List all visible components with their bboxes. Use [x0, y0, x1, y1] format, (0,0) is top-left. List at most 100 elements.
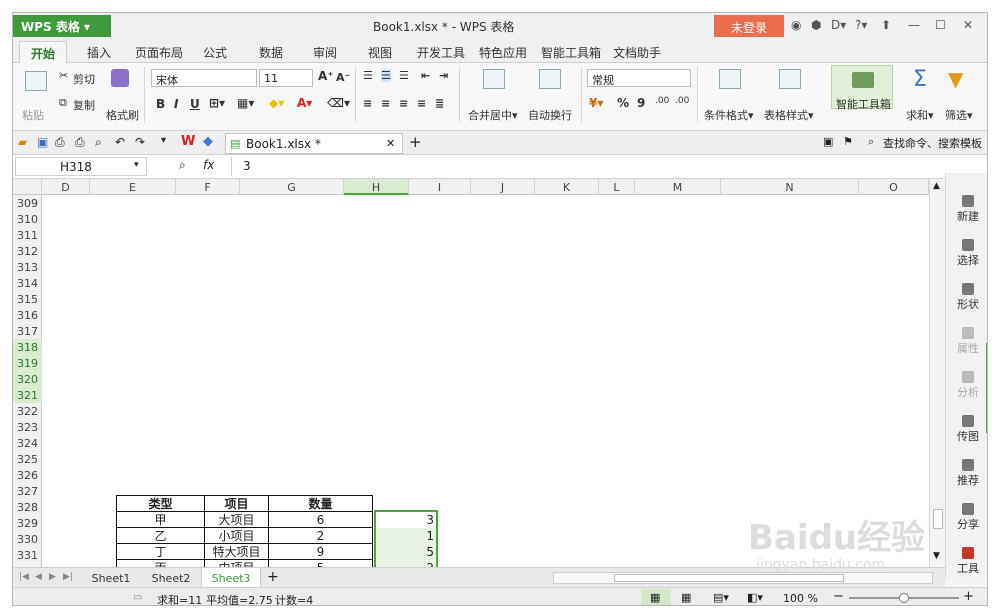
- row-header[interactable]: 323: [13, 419, 42, 435]
- row-header[interactable]: 327: [13, 483, 42, 499]
- align-right-icon[interactable]: ≡: [399, 97, 408, 110]
- scroll-thumb[interactable]: [933, 509, 943, 529]
- chevron-down-icon[interactable]: ▾: [134, 160, 139, 170]
- table-cell[interactable]: 大项目: [204, 511, 269, 528]
- row-header[interactable]: 317: [13, 323, 42, 339]
- zoom-search-icon[interactable]: ⌕: [179, 158, 186, 173]
- wrap-text-button[interactable]: 自动换行: [528, 107, 572, 123]
- tab-formulas[interactable]: 公式: [203, 44, 227, 61]
- selected-range[interactable]: 3 1 5 2: [374, 510, 438, 575]
- first-sheet-icon[interactable]: |◀: [19, 572, 29, 582]
- column-header[interactable]: O: [859, 179, 929, 195]
- table-cell[interactable]: 丁: [116, 543, 205, 560]
- row-header-selected[interactable]: 318: [13, 339, 42, 355]
- zoom-in-icon[interactable]: +: [963, 589, 974, 604]
- copy-button[interactable]: 复制: [73, 97, 95, 113]
- sheet-tab[interactable]: Sheet2: [141, 568, 201, 588]
- column-header[interactable]: K: [535, 179, 599, 195]
- shrink-font-icon[interactable]: A⁻: [336, 71, 350, 84]
- normal-view-button[interactable]: ▦: [641, 589, 671, 605]
- row-header[interactable]: 315: [13, 291, 42, 307]
- column-header[interactable]: M: [635, 179, 721, 195]
- export-pdf-icon[interactable]: ⎙: [55, 135, 65, 150]
- clear-format-icon[interactable]: ⌫▾: [327, 96, 350, 110]
- side-recommend-button[interactable]: 推荐: [946, 459, 987, 488]
- column-header[interactable]: J: [471, 179, 535, 195]
- currency-icon[interactable]: ¥▾: [589, 96, 603, 110]
- column-header[interactable]: N: [721, 179, 859, 195]
- tab-smart-toolbox[interactable]: 智能工具箱: [541, 44, 601, 61]
- align-top-icon[interactable]: ☰: [363, 69, 373, 82]
- table-header-cell[interactable]: 数量: [268, 495, 373, 512]
- panel-toggle-handle[interactable]: [986, 343, 987, 433]
- layout-view-icon[interactable]: ▤▾: [713, 591, 729, 604]
- tab-special-features[interactable]: 特色应用: [479, 44, 527, 61]
- cube-icon[interactable]: ◆: [203, 134, 213, 149]
- side-tools-button[interactable]: 工具: [946, 547, 987, 576]
- align-middle-icon[interactable]: ☰: [381, 69, 391, 82]
- skin-icon[interactable]: ◉: [791, 18, 801, 32]
- column-header[interactable]: G: [240, 179, 344, 195]
- wps-home-icon[interactable]: W: [181, 134, 195, 149]
- feedback-icon[interactable]: D▾: [831, 18, 846, 32]
- sheet-tab-active[interactable]: Sheet3: [201, 568, 261, 588]
- tab-insert[interactable]: 插入: [87, 44, 111, 61]
- wps-logo-button[interactable]: WPS 表格 ▾: [13, 15, 111, 37]
- column-header[interactable]: F: [176, 179, 240, 195]
- horizontal-scrollbar[interactable]: [553, 572, 933, 584]
- paste-button[interactable]: 粘贴: [22, 107, 44, 123]
- row-header[interactable]: 328: [13, 499, 42, 515]
- table-cell[interactable]: 特大项目: [204, 543, 269, 560]
- indent-decrease-icon[interactable]: ⇤: [421, 69, 430, 82]
- conditional-format-icon[interactable]: [719, 69, 741, 89]
- side-upload-image-button[interactable]: 传图: [946, 415, 987, 444]
- border-icon[interactable]: ⊞▾: [209, 96, 225, 110]
- increase-decimal-icon[interactable]: .00: [655, 96, 669, 106]
- cell-style-icon[interactable]: ▦▾: [237, 96, 254, 110]
- last-sheet-icon[interactable]: ▶|: [63, 572, 73, 582]
- row-header[interactable]: 309: [13, 195, 42, 211]
- table-cell[interactable]: 乙: [116, 527, 205, 544]
- tab-home[interactable]: 开始: [19, 41, 67, 64]
- save-icon[interactable]: ▣: [37, 135, 48, 149]
- table-cell[interactable]: 小项目: [204, 527, 269, 544]
- row-header[interactable]: 313: [13, 259, 42, 275]
- conditional-format-button[interactable]: 条件格式▾: [704, 107, 754, 123]
- smart-toolbox-button[interactable]: 智能工具箱: [831, 65, 893, 111]
- column-header[interactable]: I: [409, 179, 471, 195]
- align-center-icon[interactable]: ≡: [381, 97, 390, 110]
- zoom-out-icon[interactable]: −: [833, 589, 844, 604]
- row-header[interactable]: 325: [13, 451, 42, 467]
- customize-dropdown-icon[interactable]: ▾: [161, 135, 166, 146]
- close-tab-icon[interactable]: ✕: [386, 137, 395, 150]
- scroll-up-icon[interactable]: ▲: [933, 181, 940, 191]
- tab-developer[interactable]: 开发工具: [417, 44, 465, 61]
- sheet-tab[interactable]: Sheet1: [81, 568, 141, 588]
- italic-button[interactable]: I: [174, 97, 178, 111]
- distribute-icon[interactable]: ≣: [435, 97, 444, 110]
- formula-input[interactable]: 3: [243, 159, 251, 173]
- row-header[interactable]: 331: [13, 547, 42, 563]
- document-tab[interactable]: ▤ Book1.xlsx * ✕: [225, 133, 403, 154]
- open-icon[interactable]: ▰: [18, 135, 27, 149]
- row-header-selected[interactable]: 319: [13, 355, 42, 371]
- table-header-cell[interactable]: 类型: [116, 495, 205, 512]
- side-analysis-button[interactable]: 分析: [946, 371, 987, 400]
- side-new-button[interactable]: 新建: [946, 195, 987, 224]
- underline-button[interactable]: U: [190, 97, 200, 111]
- filter-button[interactable]: 筛选▾: [945, 107, 973, 123]
- row-header[interactable]: 310: [13, 211, 42, 227]
- name-box[interactable]: H318 ▾: [15, 157, 147, 176]
- add-sheet-icon[interactable]: +: [267, 569, 279, 585]
- share-icon[interactable]: ⚑: [843, 135, 853, 148]
- font-size-select[interactable]: 11: [259, 69, 313, 87]
- insert-function-button[interactable]: fx: [203, 158, 214, 172]
- merge-center-button[interactable]: 合并居中▾: [468, 107, 518, 123]
- selected-cell-active[interactable]: 3: [376, 512, 436, 528]
- maximize-icon[interactable]: ☐: [935, 18, 946, 32]
- print-icon[interactable]: ⎙: [75, 135, 85, 150]
- table-cell[interactable]: 甲: [116, 511, 205, 528]
- column-header[interactable]: E: [90, 179, 176, 195]
- side-select-button[interactable]: 选择: [946, 239, 987, 268]
- select-all-corner[interactable]: [13, 179, 42, 195]
